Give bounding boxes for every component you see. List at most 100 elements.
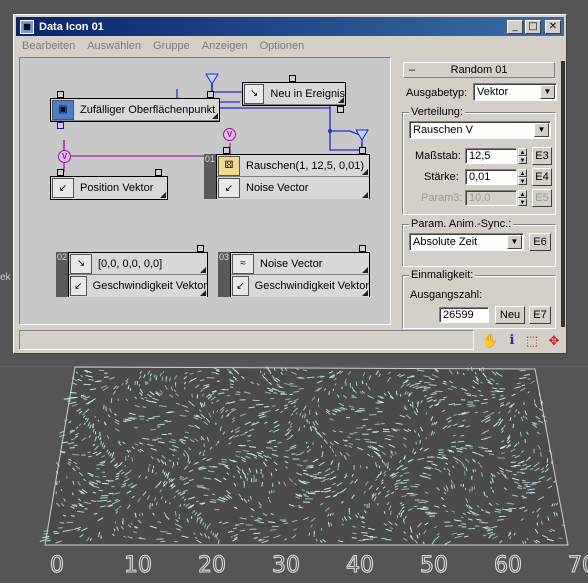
staerke-field[interactable]: 0,01	[465, 169, 517, 185]
data-icon-window: ▦ Data Icon 01 _ □ ✕ Bearbeiten Auswähle…	[13, 14, 567, 354]
move-icon[interactable]: ✥	[546, 333, 562, 349]
node-position-vektor[interactable]: ↙ Position Vektor	[50, 169, 168, 200]
sync-label: Param. Anim.-Sync.:	[409, 218, 514, 230]
panel-scrollbar[interactable]	[561, 61, 565, 327]
menu-bearbeiten[interactable]: Bearbeiten	[16, 38, 81, 56]
close-button[interactable]: ✕	[545, 19, 561, 34]
node-input-port[interactable]	[155, 169, 162, 176]
sync-value: Absolute Zeit	[413, 236, 478, 248]
app-icon: ▦	[20, 19, 34, 34]
vector-line-icon: ↘	[70, 253, 92, 274]
sync-e6-button[interactable]: E6	[529, 233, 551, 251]
node-id: 01	[204, 154, 216, 199]
menu-anzeigen[interactable]: Anzeigen	[196, 38, 254, 56]
node-input-port[interactable]	[197, 245, 204, 252]
node-input-port[interactable]	[359, 245, 366, 252]
node-input-port[interactable]	[57, 91, 64, 98]
node-input-port[interactable]	[207, 91, 214, 98]
einmaligkeit-label: Einmaligkeit:	[409, 269, 476, 281]
massstab-e3-button[interactable]: E3	[532, 147, 552, 165]
vector-arrow-icon: ↙	[70, 276, 87, 296]
node-input-port[interactable]	[223, 147, 230, 154]
hand-icon[interactable]: ✋	[482, 333, 498, 349]
node-null-vector[interactable]: ↘ [0,0, 0,0, 0,0] ↙ Geschwindigkeit Vektor	[68, 245, 208, 297]
node-output-port[interactable]	[57, 122, 64, 129]
spinner-up-icon[interactable]: ▲	[518, 148, 527, 156]
verteilung-label: Verteilung:	[409, 106, 465, 118]
staerke-e4-button[interactable]: E4	[532, 168, 552, 186]
sync-dropdown[interactable]: Absolute Zeit ▼	[409, 233, 524, 251]
menu-bar: Bearbeiten Auswählen Gruppe Anzeigen Opt…	[16, 38, 310, 56]
node-input-port[interactable]	[57, 169, 64, 176]
title-bar[interactable]: ▦ Data Icon 01 _ □ ✕	[16, 17, 564, 36]
node-input-port[interactable]	[289, 75, 296, 82]
node-rauschen[interactable]: ⚄ Rauschen(1, 12,5, 0,01) ↙ Noise Vector	[216, 147, 370, 199]
minimize-button[interactable]: _	[507, 19, 523, 34]
ausgangszahl-field[interactable]: 26599	[439, 307, 489, 323]
ausgabetyp-dropdown[interactable]: Vektor ▼	[473, 83, 557, 101]
node-label: Zufälliger Oberflächenpunkt	[80, 103, 216, 116]
dice-icon: ⚄	[218, 155, 240, 176]
status-bar	[19, 330, 474, 350]
value-marker: V	[58, 150, 71, 163]
ausgangszahl-field-wrap[interactable]: 26599	[439, 307, 489, 323]
verteilung-dropdown[interactable]: Rauschen V ▼	[409, 121, 551, 139]
value-marker: V	[223, 128, 236, 141]
node-noise-vector[interactable]: ≈ Noise Vector ↙ Geschwindigkeit Vektor	[230, 245, 370, 297]
collapse-icon: –	[408, 64, 416, 76]
node-graph[interactable]: ↘ Neu in Ereignis ▣ Zufälliger Oberflächen…	[19, 57, 391, 325]
rollout-header[interactable]: – Random 01	[403, 62, 555, 78]
ausgabetyp-value: Vektor	[477, 86, 509, 98]
node-input-port[interactable]	[359, 147, 366, 154]
spinner-down-icon[interactable]: ▼	[518, 177, 527, 185]
massstab-spinner[interactable]: 12,5 ▲ ▼	[465, 148, 527, 164]
surface-point-icon: ▣	[52, 99, 74, 120]
spinner-down-icon[interactable]: ▼	[518, 156, 527, 164]
ausgabetyp-label: Ausgabetyp:	[406, 87, 468, 99]
maximize-button[interactable]: □	[525, 19, 541, 34]
node-label: [0,0, 0,0, 0,0]	[98, 257, 163, 270]
neu-button[interactable]: Neu	[495, 306, 525, 324]
spinner-up-icon[interactable]: ▲	[518, 169, 527, 177]
verteilung-value: Rauschen V	[413, 124, 473, 136]
vector-arrow-icon: ↙	[218, 178, 240, 198]
massstab-label: Maßstab:	[415, 150, 461, 162]
menu-optionen[interactable]: Optionen	[254, 38, 311, 56]
node-label: Noise Vector	[260, 257, 323, 270]
ruler-labels: 0 10 20 30 40 50 60 70	[49, 552, 588, 578]
ruler-label: 40	[346, 553, 374, 578]
ruler-label: 50	[420, 553, 448, 578]
node-label: Position Vektor	[80, 182, 154, 194]
select-icon[interactable]: ⬚	[524, 333, 540, 349]
parameter-panel: – Random 01 Ausgabetyp: Vektor ▼ Verteil…	[397, 57, 563, 329]
ruler-label: 10	[124, 553, 152, 578]
window-title: Data Icon 01	[39, 20, 104, 33]
param3-field: 10,0	[465, 190, 517, 206]
node-neu-in-ereignis[interactable]: ↘ Neu in Ereignis	[242, 75, 346, 113]
node-id: 02	[56, 252, 68, 297]
menu-auswaehlen[interactable]: Auswählen	[81, 38, 147, 56]
massstab-field[interactable]: 12,5	[465, 148, 517, 164]
menu-gruppe[interactable]: Gruppe	[147, 38, 196, 56]
node-label: Neu in Ereignis	[270, 87, 345, 100]
particle-floor: 0 10 20 30 40 50 60 70	[39, 366, 588, 579]
ausgangszahl-label: Ausgangszahl:	[410, 289, 483, 301]
chevron-down-icon: ▼	[534, 123, 549, 137]
vector-arrow-icon: ↙	[232, 276, 249, 296]
param3-e5-button: E5	[532, 189, 552, 207]
node-output-port[interactable]	[337, 106, 344, 113]
node-zufaelliger-oberflaechenpunkt[interactable]: ▣ Zufälliger Oberflächenpunkt	[50, 91, 220, 129]
node-sublabel: Geschwindigkeit Vektor	[254, 280, 369, 292]
param3-label: Param3:	[421, 192, 463, 204]
staerke-spinner[interactable]: 0,01 ▲ ▼	[465, 169, 527, 185]
spinner-down-icon: ▼	[518, 198, 527, 206]
ruler-label: 70	[568, 553, 588, 578]
node-id: 03	[218, 252, 230, 297]
info-icon[interactable]: i	[504, 333, 520, 349]
chevron-down-icon: ▼	[540, 85, 555, 99]
ruler-label: 60	[494, 553, 522, 578]
node-sublabel: Noise Vector	[246, 182, 309, 194]
noise-icon: ≈	[232, 253, 254, 274]
seed-e7-button[interactable]: E7	[529, 306, 551, 324]
rollout-title: Random 01	[450, 64, 508, 76]
